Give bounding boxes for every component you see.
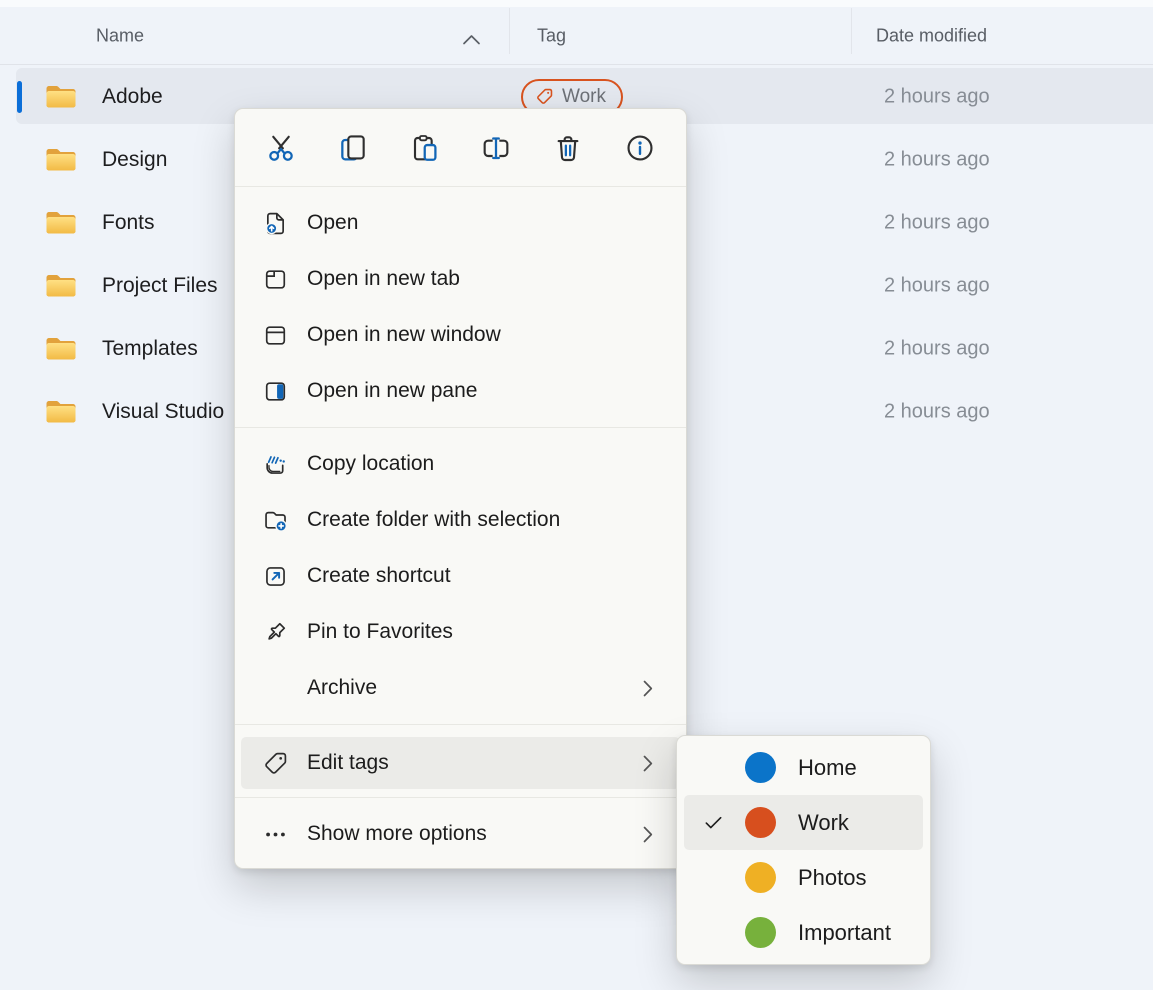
menu-item-open-in-new-window[interactable]: Open in new window bbox=[235, 307, 686, 363]
file-name: Templates bbox=[102, 337, 198, 361]
column-divider[interactable] bbox=[509, 8, 510, 54]
file-name: Adobe bbox=[102, 85, 163, 109]
tag-icon bbox=[535, 87, 554, 106]
menu-item-label: Open in new window bbox=[307, 323, 501, 347]
tag-color-dot-photos bbox=[745, 862, 776, 893]
file-name: Design bbox=[102, 148, 167, 172]
delete-icon bbox=[552, 132, 584, 164]
file-name: Fonts bbox=[102, 211, 155, 235]
submenu-item-label: Important bbox=[798, 920, 891, 946]
column-header-date-modified[interactable]: Date modified bbox=[876, 25, 987, 46]
create-folder-icon bbox=[261, 506, 289, 534]
column-header: Name Tag Date modified bbox=[0, 7, 1153, 64]
tag-icon bbox=[261, 749, 289, 777]
rename-icon bbox=[480, 132, 512, 164]
cut-button[interactable] bbox=[257, 124, 305, 172]
menu-item-create-shortcut[interactable]: Create shortcut bbox=[235, 548, 686, 604]
date-modified: 2 hours ago bbox=[884, 274, 990, 297]
folder-icon bbox=[44, 83, 78, 111]
window-top-strip bbox=[0, 0, 1153, 7]
menu-item-label: Open in new tab bbox=[307, 267, 460, 291]
tag-color-dot-home bbox=[745, 752, 776, 783]
properties-button[interactable] bbox=[616, 124, 664, 172]
menu-item-label: Edit tags bbox=[307, 751, 389, 775]
chevron-right-icon bbox=[643, 825, 654, 843]
date-modified: 2 hours ago bbox=[884, 337, 990, 360]
copy-icon bbox=[337, 132, 369, 164]
selection-accent-bar bbox=[17, 81, 22, 113]
date-modified: 2 hours ago bbox=[884, 85, 990, 108]
menu-item-copy-location[interactable]: Copy location bbox=[235, 436, 686, 492]
folder-icon bbox=[44, 398, 78, 426]
menu-item-label: Show more options bbox=[307, 822, 487, 846]
file-name: Visual Studio bbox=[102, 400, 224, 424]
open-icon bbox=[261, 209, 289, 237]
cut-icon bbox=[265, 132, 297, 164]
menu-item-open-in-new-pane[interactable]: Open in new pane bbox=[235, 363, 686, 419]
menu-item-label: Create shortcut bbox=[307, 564, 451, 588]
menu-item-open[interactable]: Open bbox=[235, 195, 686, 251]
rename-button[interactable] bbox=[472, 124, 520, 172]
chevron-right-icon bbox=[643, 679, 654, 697]
submenu-item-label: Photos bbox=[798, 865, 867, 891]
menu-item-label: Open bbox=[307, 211, 358, 235]
chevron-right-icon bbox=[643, 754, 654, 772]
menu-item-label: Open in new pane bbox=[307, 379, 477, 403]
check-placeholder bbox=[699, 754, 727, 782]
date-modified: 2 hours ago bbox=[884, 211, 990, 234]
properties-icon bbox=[624, 132, 656, 164]
check-placeholder bbox=[699, 864, 727, 892]
submenu-item-home[interactable]: Home bbox=[684, 740, 923, 795]
context-menu: Open Open in new tab Open in new window bbox=[234, 108, 687, 869]
date-modified: 2 hours ago bbox=[884, 148, 990, 171]
new-window-icon bbox=[261, 321, 289, 349]
tag-color-dot-work bbox=[745, 807, 776, 838]
tag-submenu: Home Work Photos Important bbox=[676, 735, 931, 965]
column-header-tag[interactable]: Tag bbox=[537, 25, 566, 46]
tag-color-dot-important bbox=[745, 917, 776, 948]
column-divider[interactable] bbox=[851, 8, 852, 54]
submenu-item-work[interactable]: Work bbox=[684, 795, 923, 850]
create-shortcut-icon bbox=[261, 562, 289, 590]
tag-badge-label: Work bbox=[562, 86, 606, 108]
menu-item-label: Pin to Favorites bbox=[307, 620, 453, 644]
folder-icon bbox=[44, 209, 78, 237]
copy-location-icon bbox=[261, 450, 289, 478]
folder-icon bbox=[44, 146, 78, 174]
column-header-name[interactable]: Name bbox=[96, 25, 144, 46]
file-name: Project Files bbox=[102, 274, 218, 298]
sort-ascending-icon[interactable] bbox=[462, 34, 481, 45]
copy-button[interactable] bbox=[329, 124, 377, 172]
menu-item-open-in-new-tab[interactable]: Open in new tab bbox=[235, 251, 686, 307]
new-pane-icon bbox=[261, 377, 289, 405]
menu-item-pin-to-favorites[interactable]: Pin to Favorites bbox=[235, 604, 686, 660]
checkmark-icon bbox=[699, 809, 727, 837]
folder-icon bbox=[44, 335, 78, 363]
new-tab-icon bbox=[261, 265, 289, 293]
folder-icon bbox=[44, 272, 78, 300]
menu-item-label: Archive bbox=[307, 676, 377, 700]
ellipsis-icon bbox=[261, 820, 289, 848]
menu-item-create-folder-with-selection[interactable]: Create folder with selection bbox=[235, 492, 686, 548]
submenu-item-label: Home bbox=[798, 755, 857, 781]
menu-item-archive[interactable]: Archive bbox=[235, 660, 686, 716]
submenu-item-label: Work bbox=[798, 810, 849, 836]
delete-button[interactable] bbox=[544, 124, 592, 172]
submenu-item-important[interactable]: Important bbox=[684, 905, 923, 960]
archive-icon-placeholder bbox=[261, 674, 289, 702]
paste-icon bbox=[409, 132, 441, 164]
context-menu-toolbar bbox=[235, 109, 686, 186]
check-placeholder bbox=[699, 919, 727, 947]
menu-item-label: Copy location bbox=[307, 452, 434, 476]
menu-item-label: Create folder with selection bbox=[307, 508, 560, 532]
date-modified: 2 hours ago bbox=[884, 400, 990, 423]
menu-item-show-more-options[interactable]: Show more options bbox=[235, 806, 686, 862]
menu-item-edit-tags[interactable]: Edit tags bbox=[241, 737, 680, 789]
paste-button[interactable] bbox=[401, 124, 449, 172]
pin-icon bbox=[261, 618, 289, 646]
submenu-item-photos[interactable]: Photos bbox=[684, 850, 923, 905]
